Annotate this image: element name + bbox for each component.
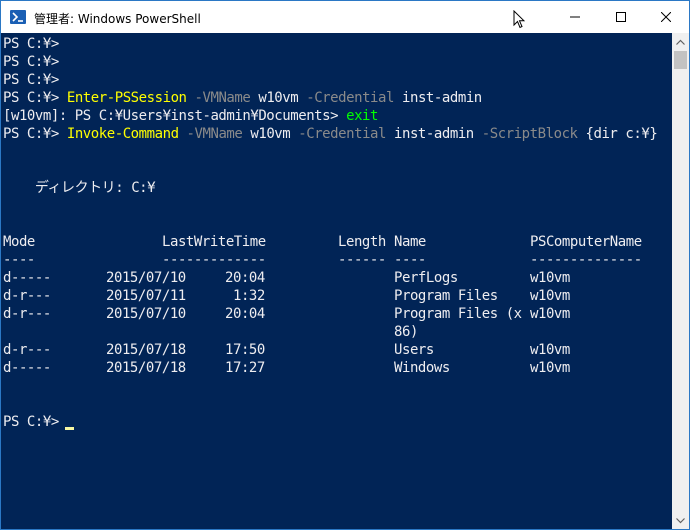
header-pscomputername: PSComputerName <box>530 234 642 250</box>
row-mode: d-r--- <box>3 306 51 322</box>
prompt: PS C:¥> <box>3 54 67 70</box>
minimize-button[interactable] <box>552 1 598 33</box>
scroll-up-button[interactable] <box>672 33 689 50</box>
argument: inst-admin <box>394 126 474 142</box>
scrollbar-thumb[interactable] <box>674 51 687 69</box>
header-lastwritetime: LastWriteTime <box>162 234 266 250</box>
row-date: 2015/07/18 <box>106 360 186 376</box>
row-mode: d-r--- <box>3 288 51 304</box>
underline-pscomputername: -------------- <box>530 252 642 268</box>
parameter: -Credential <box>298 90 402 106</box>
final-prompt: PS C:¥> <box>3 414 67 430</box>
row-computer: w10vm <box>530 342 570 358</box>
prompt: PS C:¥> <box>3 72 67 88</box>
parameter: -VMName <box>178 126 251 142</box>
prompt: PS C:¥> <box>3 126 67 142</box>
underline-mode: ---- <box>3 252 35 268</box>
row-name: Program Files <box>394 288 498 304</box>
row-computer: w10vm <box>530 306 570 322</box>
title-bar[interactable]: 管理者: Windows PowerShell <box>1 1 689 33</box>
parameter: -VMName <box>186 90 259 106</box>
row-mode: d-r--- <box>3 342 51 358</box>
directory-label: ディレクトリ: C:¥ <box>3 180 156 196</box>
row-time: 17:50 <box>225 342 265 358</box>
underline-lastwritetime: ------------- <box>162 252 266 268</box>
header-length: Length <box>338 234 386 250</box>
exit-command: exit <box>346 108 379 124</box>
vertical-scrollbar[interactable] <box>672 33 689 529</box>
remote-prompt: [w10vm]: PS C:¥Users¥inst-admin¥Document… <box>3 108 347 124</box>
row-computer: w10vm <box>530 360 570 376</box>
close-icon <box>661 12 671 22</box>
row-name-wrap: 86) <box>394 324 418 340</box>
chevron-down-icon <box>676 517 685 523</box>
mouse-cursor-icon <box>513 10 525 29</box>
powershell-icon[interactable] <box>10 9 26 25</box>
underline-length: ------ <box>338 252 386 268</box>
prompt: PS C:¥> <box>3 90 67 106</box>
header-mode: Mode <box>3 234 35 250</box>
row-date: 2015/07/18 <box>106 342 186 358</box>
text-cursor <box>65 427 74 430</box>
row-date: 2015/07/10 <box>106 306 186 322</box>
row-time: 20:04 <box>225 270 265 286</box>
console-line: PS C:¥> <box>3 35 67 53</box>
chevron-up-icon <box>676 39 685 45</box>
close-button[interactable] <box>643 1 689 33</box>
row-name: Program Files (x <box>394 306 522 322</box>
row-mode: d----- <box>3 270 51 286</box>
row-computer: w10vm <box>530 270 570 286</box>
command-name: Invoke-Command <box>66 126 179 142</box>
row-time: 20:04 <box>225 306 265 322</box>
console-line: [w10vm]: PS C:¥Users¥inst-admin¥Document… <box>3 107 378 125</box>
console-line: PS C:¥> Invoke-Command -VMName w10vm -Cr… <box>3 125 658 143</box>
argument: w10vm <box>250 126 291 142</box>
row-mode: d----- <box>3 360 51 376</box>
underline-name: ---- <box>394 252 426 268</box>
console-line: PS C:¥> <box>3 71 67 89</box>
window-title: 管理者: Windows PowerShell <box>34 12 201 26</box>
maximize-icon <box>616 12 626 22</box>
console-line: PS C:¥> <box>3 53 67 71</box>
row-time: 17:27 <box>225 360 265 376</box>
header-name: Name <box>394 234 426 250</box>
command-name: Enter-PSSession <box>66 90 187 106</box>
console-area[interactable]: PS C:¥> PS C:¥> PS C:¥> PS C:¥> Enter-PS… <box>1 33 672 529</box>
row-time: 1:32 <box>225 288 265 304</box>
argument: inst-admin <box>401 90 482 106</box>
row-computer: w10vm <box>530 288 570 304</box>
parameter: -Credential <box>290 126 394 142</box>
minimize-icon <box>570 16 580 18</box>
row-date: 2015/07/10 <box>106 270 186 286</box>
parameter: -ScriptBlock <box>473 126 586 142</box>
row-name: PerfLogs <box>394 270 458 286</box>
row-date: 2015/07/11 <box>106 288 186 304</box>
argument: {dir c:¥} <box>585 126 658 142</box>
prompt: PS C:¥> <box>3 36 67 52</box>
powershell-window: 管理者: Windows PowerShell PS C:¥> PS C:¥> … <box>0 0 690 530</box>
console-line: PS C:¥> Enter-PSSession -VMName w10vm -C… <box>3 89 482 107</box>
scroll-down-button[interactable] <box>672 512 689 529</box>
row-name: Windows <box>394 360 450 376</box>
maximize-button[interactable] <box>598 1 644 33</box>
row-name: Users <box>394 342 434 358</box>
argument: w10vm <box>258 90 299 106</box>
